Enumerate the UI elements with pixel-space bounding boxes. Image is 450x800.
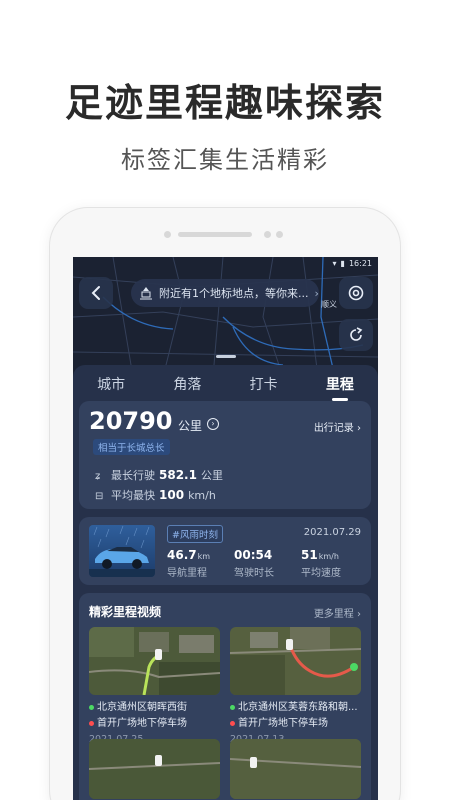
video-start-text: 北京通州区芙蓉东路和朝... xyxy=(238,702,358,713)
landmark-banner[interactable]: 附近有1个地标地点，等你来... › xyxy=(131,279,319,307)
sensor-dot-2 xyxy=(276,231,283,238)
car-icon: ⊟ xyxy=(95,491,104,502)
mileage-summary-card: 20790 公里 › 出行记录 › 相当于长城总长 ʑ 最长行驶 582.1 公… xyxy=(79,401,371,509)
end-dot-icon xyxy=(230,720,235,726)
duration-value: 00:54 xyxy=(234,548,273,562)
tab-bar: 城市 角落 打卡 里程 xyxy=(73,373,378,401)
duration-label: 驾驶时长 xyxy=(234,568,274,579)
total-mileage-unit: 公里 xyxy=(178,419,203,433)
trip-stat-speed: 51km/h 平均速度 xyxy=(301,548,341,579)
chevron-right-icon: › xyxy=(357,609,361,620)
video-start-text: 北京通州区朝晖西街 xyxy=(97,702,187,713)
distance-unit: km xyxy=(197,552,211,561)
trip-stat-distance: 46.7km 导航里程 xyxy=(167,548,210,579)
video-thumbnail-partial[interactable] xyxy=(89,739,220,799)
sensor-dot xyxy=(264,231,271,238)
speed-unit: km/h xyxy=(318,552,339,561)
phone-speaker xyxy=(178,232,252,237)
tab-city[interactable]: 城市 xyxy=(73,373,149,399)
longest-drive-label: 最长行驶 xyxy=(111,469,155,482)
speed-value: 51 xyxy=(301,548,318,562)
tab-corner[interactable]: 角落 xyxy=(149,373,225,399)
longest-drive-unit: 公里 xyxy=(200,469,223,482)
videos-section-title: 精彩里程视频 xyxy=(89,605,162,619)
chevron-left-icon xyxy=(91,286,100,300)
trip-card[interactable]: #风雨时刻 2021.07.29 46.7km 导航里程 00:54 驾驶时长 … xyxy=(79,517,371,585)
satellite-map-image xyxy=(89,627,220,695)
info-icon[interactable]: › xyxy=(207,418,219,430)
distance-label: 导航里程 xyxy=(167,568,207,579)
end-dot-icon xyxy=(89,720,94,726)
travel-records-label: 出行记录 xyxy=(313,423,354,434)
avg-speed-row: ⊟ 平均最快 100 km/h xyxy=(95,487,216,503)
chevron-right-icon: › xyxy=(357,423,361,434)
share-icon xyxy=(350,327,363,341)
tab-mileage[interactable]: 里程 xyxy=(302,373,378,401)
landmark-icon xyxy=(140,287,152,300)
mileage-videos-card: 精彩里程视频 更多里程 › 北京通州区朝晖西街 首开广场地下停车场 北京通州区芙… xyxy=(79,593,371,800)
promo-subtitle: 标签汇集生活精彩 xyxy=(121,146,329,174)
start-dot-icon xyxy=(230,704,235,710)
status-time: 16:21 xyxy=(348,259,372,268)
share-button[interactable] xyxy=(339,319,373,351)
video-item[interactable]: 北京通州区芙蓉东路和朝... 首开广场地下停车场 2021.07.13 xyxy=(230,627,361,745)
satellite-map-image xyxy=(230,627,361,695)
route-icon: ʑ xyxy=(95,471,101,482)
banner-text: 附近有1个地标地点，等你来... xyxy=(159,287,309,300)
video-start-address: 北京通州区芙蓉东路和朝... xyxy=(230,700,361,715)
app-screen: ▾ ▮ 16:21 附近有1个地标地点，等你来... › 顺义 城市 角落 打卡… xyxy=(73,257,378,800)
trip-thumbnail xyxy=(89,525,155,577)
equivalent-badge: 相当于长城总长 xyxy=(93,439,170,455)
sheet-drag-handle[interactable] xyxy=(216,355,236,358)
tab-checkin[interactable]: 打卡 xyxy=(226,373,302,399)
video-item[interactable]: 北京通州区朝晖西街 首开广场地下停车场 2021.07.25 xyxy=(89,627,220,745)
chevron-right-icon: › xyxy=(314,286,319,300)
avg-speed-unit: km/h xyxy=(188,489,216,502)
status-bar: ▾ ▮ 16:21 xyxy=(333,259,372,268)
total-mileage: 20790 xyxy=(89,407,173,435)
trip-stat-duration: 00:54 驾驶时长 xyxy=(234,548,274,579)
car-rain-image xyxy=(89,525,155,577)
gear-icon xyxy=(348,285,364,301)
camera-dot xyxy=(164,231,171,238)
video-thumbnail xyxy=(230,627,361,695)
longest-drive-row: ʑ 最长行驶 582.1 公里 xyxy=(95,467,223,483)
city-map[interactable] xyxy=(73,257,378,377)
back-button[interactable] xyxy=(79,277,113,309)
video-thumbnail xyxy=(89,627,220,695)
satellite-map-image xyxy=(89,739,220,799)
settings-button[interactable] xyxy=(339,277,373,309)
speed-label: 平均速度 xyxy=(301,568,341,579)
trip-date: 2021.07.29 xyxy=(303,527,361,538)
video-end-text: 首开广场地下停车场 xyxy=(97,718,187,729)
video-end-text: 首开广场地下停车场 xyxy=(238,718,328,729)
promo-title: 足迹里程趣味探索 xyxy=(64,81,385,125)
satellite-map-image xyxy=(230,739,361,799)
more-mileage-label: 更多里程 xyxy=(313,609,354,620)
map-place-label: 顺义 xyxy=(321,300,337,309)
more-mileage-link[interactable]: 更多里程 › xyxy=(314,605,361,620)
trip-tag: #风雨时刻 xyxy=(167,525,223,543)
travel-records-link[interactable]: 出行记录 › xyxy=(314,419,361,434)
avg-speed-label: 平均最快 xyxy=(111,489,155,502)
avg-speed-value: 100 xyxy=(159,488,185,502)
start-dot-icon xyxy=(89,704,94,710)
video-end-address: 首开广场地下停车场 xyxy=(230,716,361,731)
video-start-address: 北京通州区朝晖西街 xyxy=(89,700,220,715)
signal-icon: ▾ xyxy=(332,259,337,268)
battery-icon: ▮ xyxy=(340,259,345,268)
video-end-address: 首开广场地下停车场 xyxy=(89,716,220,731)
video-thumbnail-partial[interactable] xyxy=(230,739,361,799)
distance-value: 46.7 xyxy=(167,548,197,562)
bottom-sheet: 城市 角落 打卡 里程 20790 公里 › 出行记录 › 相当于长城总长 ʑ … xyxy=(73,355,378,800)
longest-drive-value: 582.1 xyxy=(159,468,197,482)
